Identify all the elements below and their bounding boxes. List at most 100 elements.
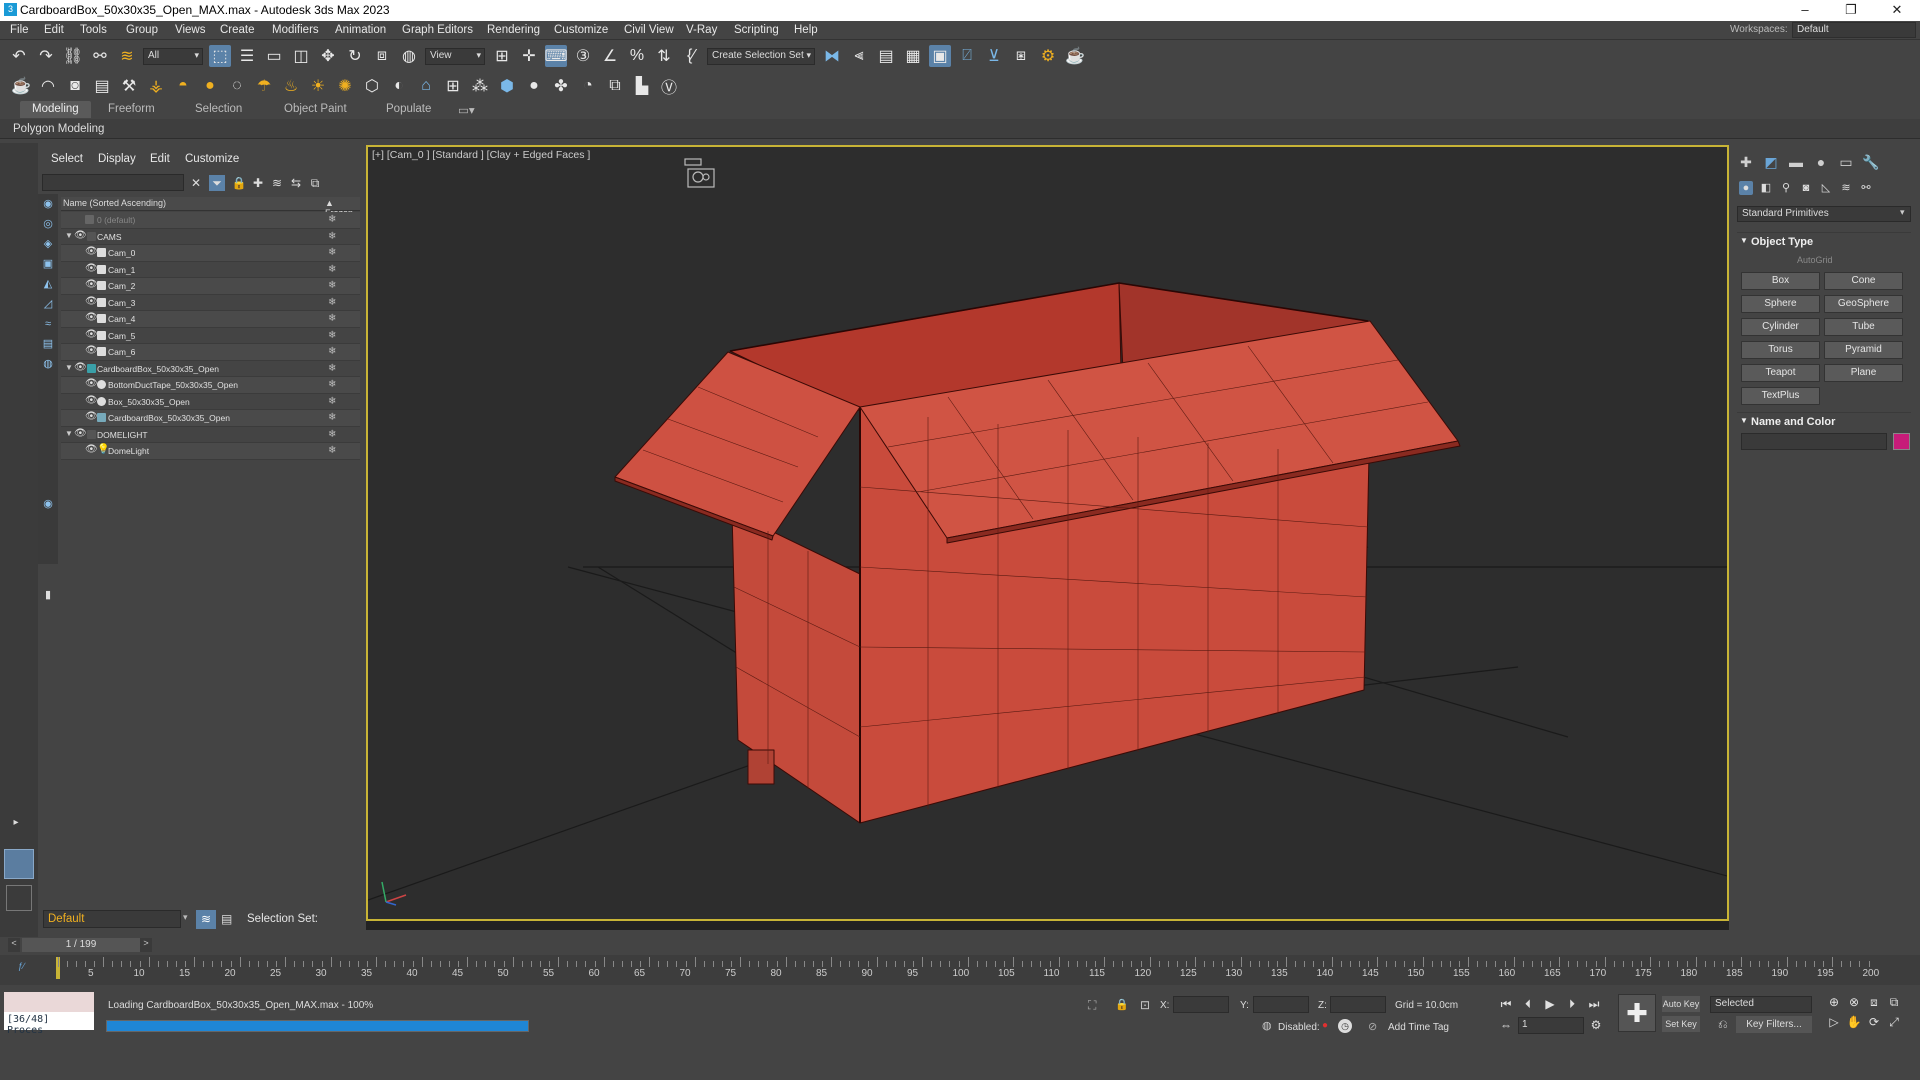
box-button[interactable]: Box <box>1741 272 1820 290</box>
time-next-icon[interactable]: > <box>140 938 152 952</box>
set-key-big-icon[interactable]: ✚ <box>1618 994 1656 1032</box>
minimize-button[interactable]: – <box>1782 0 1828 21</box>
record-dot-icon[interactable]: ● <box>1322 1020 1328 1031</box>
zoom-extents-all-icon[interactable]: ⧉ <box>1886 994 1902 1010</box>
shapes-category-icon[interactable]: ◧ <box>1759 181 1773 195</box>
layer-explorer-icon[interactable]: ≋ <box>196 910 216 929</box>
vray-enmesh-icon[interactable]: ⬢ <box>496 75 518 97</box>
create-tab-icon[interactable]: ✚ <box>1737 153 1755 171</box>
maxscript-output[interactable]: [36/48] Proces <box>4 1012 94 1036</box>
eye-icon[interactable]: 👁 <box>85 444 98 455</box>
display-spacewarps-icon[interactable]: ≈ <box>41 317 55 331</box>
rollout-collapse-icon[interactable]: ▼ <box>1740 416 1748 425</box>
material-editor-icon[interactable]: ⧆ <box>1010 45 1032 67</box>
polygon-modeling-label[interactable]: Polygon Modeling <box>13 123 104 135</box>
display-helpers-icon[interactable]: ◿ <box>41 297 55 311</box>
vray-sun-icon[interactable]: ☀ <box>307 75 329 97</box>
rectangular-selection-icon[interactable]: ▭ <box>263 45 285 67</box>
modify-tab-icon[interactable]: ◩ <box>1762 153 1780 171</box>
eye-icon[interactable]: 👁 <box>85 378 98 389</box>
vray-scatter-icon[interactable]: ⁂ <box>469 75 491 97</box>
explorer-menu-display[interactable]: Display <box>98 153 136 165</box>
menu-help[interactable]: Help <box>794 24 818 36</box>
auto-key-button[interactable]: Auto Key <box>1662 996 1700 1012</box>
menu-file[interactable]: File <box>10 24 29 36</box>
menu-create[interactable]: Create <box>220 24 255 36</box>
list-item[interactable]: 👁 Cam_0 ❄ <box>61 245 360 262</box>
autogrid-checkbox[interactable]: AutoGrid <box>1797 255 1833 265</box>
selection-lock-icon[interactable]: 🔒 <box>1115 998 1129 1011</box>
eye-icon[interactable]: 👁 <box>85 312 98 323</box>
freeze-icon[interactable]: ❄ <box>328 396 336 407</box>
freeze-icon[interactable]: ❄ <box>328 346 336 357</box>
y-coordinate-field[interactable] <box>1253 996 1309 1013</box>
angle-snap-icon[interactable]: ∠ <box>599 45 621 67</box>
key-filters-button[interactable]: Key Filters... <box>1736 1016 1812 1033</box>
display-xrefs-icon[interactable]: ◍ <box>41 357 55 371</box>
vray-sphere-light-icon[interactable]: ● <box>199 75 221 97</box>
expand-arrow-icon[interactable]: ▼ <box>65 363 73 372</box>
filter-icon[interactable]: ⏷ <box>209 175 225 191</box>
menu-rendering[interactable]: Rendering <box>487 24 540 36</box>
list-item[interactable]: 👁 Box_50x30x35_Open ❄ <box>61 394 360 410</box>
list-item[interactable]: ▼ 👁 CAMS ❄ <box>61 229 360 245</box>
vray-toolbar-icon[interactable]: ▙ <box>631 75 653 97</box>
vray-ambient-light-icon[interactable]: ♨ <box>280 75 302 97</box>
vray-lister-icon[interactable]: ⚒ <box>118 75 140 97</box>
schematic-view-icon[interactable]: ⊻ <box>983 45 1005 67</box>
cone-button[interactable]: Cone <box>1824 272 1903 290</box>
toggle-ribbon-icon[interactable]: ▣ <box>929 45 951 67</box>
freeze-icon[interactable]: ❄ <box>328 264 336 275</box>
menu-graph-editors[interactable]: Graph Editors <box>402 24 473 36</box>
go-to-end-icon[interactable]: ⏭ <box>1586 996 1602 1012</box>
reference-coordinate-dropdown[interactable]: View <box>425 47 485 65</box>
curve-editor-mini-icon[interactable]: ƒ∕ <box>18 961 25 971</box>
go-to-start-icon[interactable]: ⏮ <box>1498 996 1514 1012</box>
ribbon-options-icon[interactable]: ▭▾ <box>458 103 475 117</box>
current-frame-field[interactable]: 1 <box>1518 1017 1584 1034</box>
key-mode-icon[interactable]: ⇔ <box>1498 1017 1514 1033</box>
freeze-icon[interactable]: ❄ <box>328 445 336 456</box>
orbit-icon[interactable]: ⟳ <box>1866 1014 1882 1030</box>
time-tag-icon[interactable]: ◷ <box>1338 1019 1352 1033</box>
keyboard-shortcut-override-icon[interactable]: ⌨ <box>544 45 568 67</box>
vray-chaos-cosmos-icon[interactable]: ✤ <box>550 75 572 97</box>
unlink-icon[interactable]: ⚯ <box>89 45 111 67</box>
teapot-button[interactable]: Teapot <box>1741 364 1820 382</box>
plane-button[interactable]: Plane <box>1824 364 1903 382</box>
textplus-button[interactable]: TextPlus <box>1741 387 1820 405</box>
eye-icon[interactable]: 👁 <box>85 279 98 290</box>
tube-button[interactable]: Tube <box>1824 318 1903 336</box>
selection-filter-dropdown[interactable]: All <box>143 47 203 65</box>
list-item[interactable]: 0 (default) ❄ <box>61 212 360 229</box>
display-shapes-icon[interactable]: ◈ <box>41 237 55 251</box>
primitive-type-dropdown[interactable]: Standard Primitives <box>1737 206 1911 222</box>
object-name-field[interactable] <box>1741 433 1887 450</box>
display-lights-icon[interactable]: ▣ <box>41 257 55 271</box>
curve-editor-icon[interactable]: ⍁ <box>956 45 978 67</box>
toggle-layer-explorer-icon[interactable]: ▦ <box>902 45 924 67</box>
menu-group[interactable]: Group <box>126 24 158 36</box>
utilities-tab-icon[interactable]: 🔧 <box>1862 153 1880 171</box>
set-key-button[interactable]: Set Key <box>1662 1016 1700 1032</box>
sort-icon[interactable]: ⇆ <box>288 175 304 191</box>
freeze-icon[interactable]: ❄ <box>328 280 336 291</box>
explorer-tool-1-icon[interactable]: ▮ <box>41 588 55 602</box>
eye-icon[interactable]: 👁 <box>74 362 87 373</box>
key-selection-dropdown[interactable]: Selected <box>1710 996 1812 1013</box>
named-selection-set-dropdown[interactable]: Create Selection Set <box>707 47 815 65</box>
list-item[interactable]: ▼ 👁 DOMELIGHT ❄ <box>61 427 360 443</box>
move-icon[interactable]: ✥ <box>317 45 339 67</box>
rotate-icon[interactable]: ↻ <box>344 45 366 67</box>
rollout-collapse-icon[interactable]: ▼ <box>1740 236 1748 245</box>
freeze-icon[interactable]: ❄ <box>328 231 336 242</box>
bind-spacewarp-icon[interactable]: ≋ <box>116 45 138 67</box>
list-item[interactable]: 👁 Cam_2 ❄ <box>61 278 360 295</box>
percent-snap-icon[interactable]: % <box>626 45 648 67</box>
freeze-icon[interactable]: ❄ <box>328 247 336 258</box>
display-geometry-icon[interactable]: ◎ <box>41 217 55 231</box>
eye-icon[interactable]: 👁 <box>85 345 98 356</box>
cameras-category-icon[interactable]: ◙ <box>1799 181 1813 195</box>
viewport-layout-active-icon[interactable] <box>4 849 34 879</box>
eye-icon[interactable]: 👁 <box>74 230 87 241</box>
